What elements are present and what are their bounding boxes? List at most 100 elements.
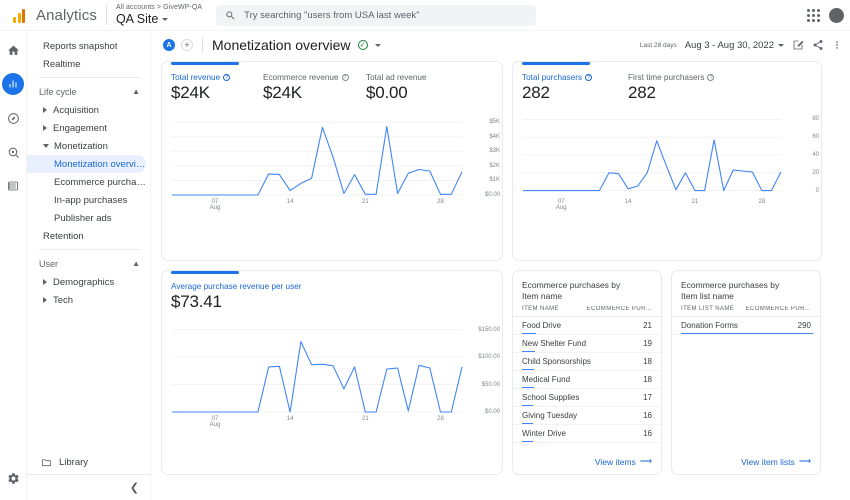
- table-row[interactable]: School Supplies 17: [513, 389, 661, 408]
- chart-arpu: $0.00 $50.00 $100.00 $150.00 07 Aug 14 21 28: [162, 316, 502, 434]
- y-axis-tick-label: 20: [812, 169, 819, 176]
- arrow-right-icon: ⟶: [639, 456, 652, 466]
- metric-total-purchasers: Total purchasers? 282: [522, 73, 628, 103]
- edit-square-icon[interactable]: [792, 39, 804, 51]
- sidebar-item-label: Engagement: [53, 122, 107, 134]
- apps-grid-icon[interactable]: [807, 8, 820, 22]
- row-label: Food Drive: [522, 321, 562, 331]
- property-label: QA Site: [115, 12, 159, 27]
- y-axis-tick-label: $150.00: [478, 326, 500, 333]
- sidebar-section-user[interactable]: User ▲: [27, 254, 150, 273]
- card-title-line1: Ecommerce purchases by: [522, 280, 621, 290]
- home-icon[interactable]: [2, 39, 24, 61]
- section-label: Life cycle: [39, 86, 77, 97]
- account-avatar[interactable]: [829, 7, 844, 23]
- row-value: 290: [797, 321, 811, 331]
- row-label: New Shelter Fund: [522, 339, 587, 349]
- x-axis-tick-label: 21: [361, 416, 369, 422]
- date-range-picker[interactable]: Aug 3 - Aug 30, 2022: [685, 40, 784, 51]
- card-title-line2: Item name: [522, 290, 563, 301]
- page-title: Monetization overview: [212, 37, 351, 53]
- sidebar-item-acquisition[interactable]: Acquisition: [27, 101, 150, 119]
- row-bar: [522, 332, 536, 335]
- card-accent-bar: [171, 62, 239, 65]
- sidebar-collapse-button[interactable]: ❮: [27, 474, 151, 500]
- column-header-item-name[interactable]: ITEM NAME: [522, 306, 587, 312]
- sidebar-nav: Reports snapshot Realtime Life cycle ▲ A…: [27, 31, 151, 500]
- table-row[interactable]: Child Sponsorships 18: [513, 353, 661, 372]
- row-label: School Supplies: [522, 393, 580, 403]
- sidebar-item-monetization-overview[interactable]: Monetization overview: [27, 155, 146, 173]
- add-comparison-button[interactable]: +: [181, 39, 193, 51]
- sidebar-item-ecommerce-purchases[interactable]: Ecommerce purchases: [27, 173, 150, 191]
- metric-total-revenue: Total revenue? $24K: [171, 73, 263, 103]
- x-axis-tick-label: 14: [286, 416, 294, 422]
- x-axis-tick-label: 07 Aug: [209, 416, 221, 428]
- sidebar-item-label: Monetization overview: [54, 158, 146, 170]
- x-axis-tick-label: 28: [437, 199, 444, 205]
- view-item-lists-link[interactable]: View item lists ⟶: [741, 456, 811, 467]
- sidebar-item-library[interactable]: Library: [27, 452, 151, 472]
- help-icon[interactable]: ?: [707, 74, 715, 81]
- metric-row: Total revenue? $24K Ecommerce revenue? $…: [162, 62, 502, 103]
- table-row[interactable]: Donation Forms 290: [672, 317, 820, 336]
- x-axis-tick-label: 21: [361, 199, 369, 205]
- link-label: View items: [594, 456, 636, 467]
- reports-icon[interactable]: [2, 73, 24, 95]
- date-range-label: Aug 3 - Aug 30, 2022: [684, 39, 774, 51]
- card-accent-bar: [522, 62, 590, 65]
- sidebar-item-publisher-ads[interactable]: Publisher ads: [27, 209, 150, 227]
- sidebar-item-tech[interactable]: Tech: [27, 291, 150, 309]
- chevron-right-icon: [43, 297, 47, 303]
- card-accent-bar: [171, 271, 239, 274]
- y-axis-tick-label: $0.00: [484, 409, 500, 415]
- configure-icon[interactable]: [2, 175, 24, 197]
- metric-row: Total purchasers? 282 First time purchas…: [513, 62, 821, 103]
- help-icon[interactable]: ?: [585, 74, 593, 81]
- gear-icon[interactable]: [7, 472, 20, 490]
- avatar: A: [163, 39, 175, 51]
- sidebar-item-retention[interactable]: Retention: [27, 227, 150, 245]
- share-icon[interactable]: [812, 39, 824, 51]
- link-label: View item lists: [741, 456, 795, 467]
- account-selector[interactable]: All accounts > GiveWP-QA QA Site: [116, 4, 202, 26]
- search-input[interactable]: Try searching "users from USA last week": [216, 4, 537, 26]
- more-vert-icon[interactable]: [832, 39, 842, 51]
- explore-icon[interactable]: [2, 107, 24, 129]
- row-value: 16: [643, 429, 652, 439]
- divider: [39, 77, 140, 78]
- metric-label: Total ad revenue: [366, 73, 427, 82]
- column-header-item-list-name[interactable]: ITEM LIST NAME: [681, 306, 746, 312]
- table-row[interactable]: Medical Fund 18: [513, 371, 661, 390]
- chevron-up-icon: ▲: [132, 87, 140, 96]
- row-value: 19: [643, 339, 652, 349]
- sidebar-item-reports-snapshot[interactable]: Reports snapshot: [27, 37, 150, 55]
- metric-arpu: Average purchase revenue per user $73.41: [171, 282, 301, 312]
- y-axis-tick-label: $1K: [489, 177, 500, 184]
- view-items-link[interactable]: View items ⟶: [595, 456, 652, 467]
- x-axis-tick-label: 28: [437, 416, 444, 422]
- sidebar-section-life-cycle[interactable]: Life cycle ▲: [27, 82, 150, 101]
- metric-total-ad-revenue: Total ad revenue $0.00: [366, 73, 427, 103]
- column-header-purchases[interactable]: ECOMMERCE PUR...: [587, 306, 652, 312]
- row-label: Child Sponsorships: [522, 357, 591, 367]
- sidebar-item-realtime[interactable]: Realtime: [27, 55, 150, 73]
- row-label: Donation Forms: [681, 321, 738, 331]
- table-row[interactable]: Giving Tuesday 16: [513, 407, 661, 426]
- row-value: 16: [643, 411, 652, 421]
- advertising-icon[interactable]: [2, 141, 24, 163]
- help-icon[interactable]: ?: [341, 74, 349, 81]
- chevron-down-icon[interactable]: [374, 43, 381, 47]
- table-row[interactable]: Winter Drive 16: [513, 425, 661, 444]
- section-label: User: [39, 258, 59, 269]
- table-row[interactable]: New Shelter Fund 19: [513, 335, 661, 354]
- sidebar-item-in-app-purchases[interactable]: In-app purchases: [27, 191, 150, 209]
- sidebar-item-demographics[interactable]: Demographics: [27, 273, 150, 291]
- table-row[interactable]: Food Drive 21: [513, 317, 661, 336]
- sidebar-item-engagement[interactable]: Engagement: [27, 119, 150, 137]
- row-label: Giving Tuesday: [522, 411, 578, 421]
- metric-value: $73.41: [171, 292, 222, 311]
- sidebar-item-monetization[interactable]: Monetization: [27, 137, 150, 155]
- help-icon[interactable]: ?: [223, 74, 231, 81]
- column-header-purchases[interactable]: ECOMMERCE PUR...: [746, 306, 811, 312]
